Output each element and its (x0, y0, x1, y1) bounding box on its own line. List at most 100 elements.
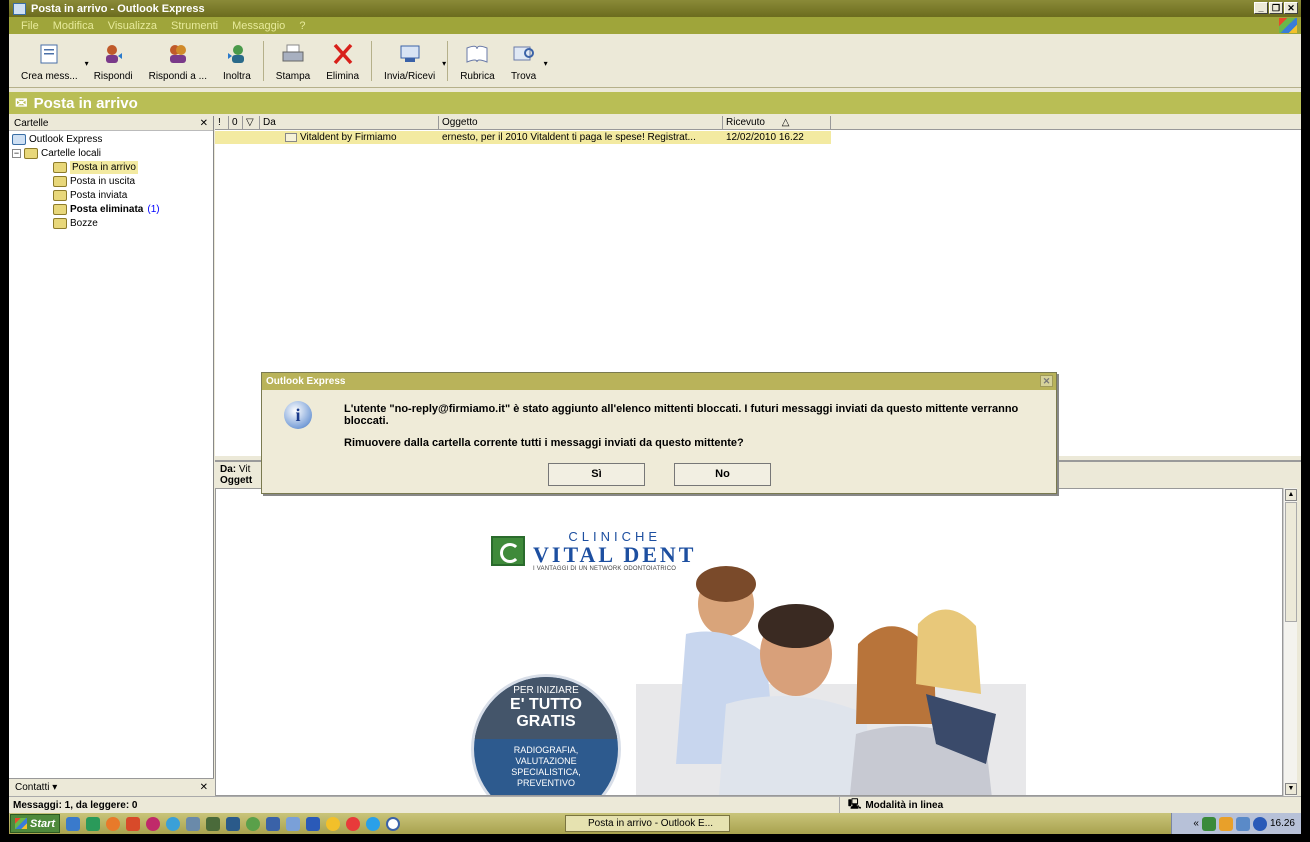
dialog-message: L'utente "no-reply@firmiamo.it" è stato … (344, 403, 1019, 427)
word-icon[interactable] (306, 816, 320, 831)
scroll-down-icon[interactable]: ▼ (1285, 783, 1297, 795)
close-icon[interactable]: ✕ (1284, 2, 1298, 14)
row-from: Vitaldent by Firmiamo (260, 131, 439, 144)
deleted-items-icon (53, 204, 67, 215)
tree-item-outlook-express[interactable]: Outlook Express (12, 133, 102, 146)
forward-button[interactable]: Inoltra (215, 33, 259, 87)
restore-icon[interactable]: ❐ (1269, 2, 1283, 14)
desktop-screen: Posta in arrivo - Outlook Express _ ❐ ✕ … (9, 0, 1301, 834)
folder-icon (24, 148, 38, 159)
no-button[interactable]: No (674, 463, 771, 486)
advertisement[interactable]: CLINICHE VITAL DENT I VANTAGGI DI UN NET… (466, 519, 1036, 795)
quicklaunch-icon[interactable] (226, 816, 240, 831)
dialog-question: Rimuovere dalla cartella corrente tutti … (344, 437, 744, 449)
outlook-express-icon (13, 2, 26, 15)
quicklaunch-icon[interactable] (86, 816, 100, 831)
forward-icon (227, 45, 244, 63)
close-pane-icon[interactable]: ✕ (200, 782, 208, 793)
address-book-button[interactable]: Rubrica (452, 33, 502, 87)
quicklaunch-icon[interactable] (126, 816, 140, 831)
printer-icon (282, 44, 304, 62)
menu-modifica[interactable]: Modifica (53, 20, 94, 32)
tray-icon[interactable] (1235, 816, 1250, 831)
quicklaunch-icon[interactable] (266, 816, 280, 831)
find-button[interactable]: Trova ▾ (503, 33, 548, 87)
preview-pane[interactable]: CLINICHE VITAL DENT I VANTAGGI DI UN NET… (215, 488, 1283, 796)
windows-logo-icon (1279, 18, 1297, 33)
tree-item-deleted[interactable]: Posta eliminata (1) (53, 203, 160, 216)
blocked-sender-dialog: Outlook Express ✕ i L'utente "no-reply@f… (261, 372, 1057, 494)
ie-icon[interactable] (66, 816, 80, 831)
outlook-express-icon (12, 134, 26, 145)
envelope-open-icon (285, 132, 297, 142)
network-icon[interactable] (1201, 816, 1216, 831)
tree-item-drafts[interactable]: Bozze (53, 217, 98, 230)
menu-help[interactable]: ? (299, 20, 305, 32)
tray-icon[interactable] (1218, 816, 1233, 831)
start-button[interactable]: Start (10, 814, 60, 833)
new-message-button[interactable]: Crea mess... ▾ (13, 33, 89, 87)
tree-item-local-folders[interactable]: − Cartelle locali (12, 147, 101, 160)
volume-icon[interactable] (1252, 816, 1267, 831)
column-from[interactable]: Da (260, 116, 439, 129)
menu-file[interactable]: File (21, 20, 39, 32)
quicklaunch-icon[interactable] (246, 816, 260, 831)
window-title-bar[interactable]: Posta in arrivo - Outlook Express _ ❐ ✕ (9, 0, 1301, 17)
quicklaunch-icon[interactable] (346, 816, 360, 831)
new-message-icon (40, 44, 58, 64)
menu-messaggio[interactable]: Messaggio (232, 20, 285, 32)
family-photo (636, 566, 1026, 795)
tree-item-sent[interactable]: Posta inviata (53, 189, 127, 202)
folders-pane: Cartelle ✕ Outlook Express − Cartelle lo… (9, 116, 214, 778)
quicklaunch-icon[interactable] (186, 816, 200, 831)
contacts-pane-header[interactable]: Contatti ▾ ✕ (9, 778, 214, 796)
column-flag[interactable]: ▽ (243, 116, 260, 129)
column-attachment[interactable]: 0 (229, 116, 243, 129)
minimize-icon[interactable]: _ (1254, 2, 1268, 14)
preview-subject-label: Oggett (220, 475, 253, 486)
collapse-icon[interactable]: − (12, 149, 21, 158)
outlook-express-icon[interactable] (286, 816, 300, 831)
reply-all-button[interactable]: Rispondi a ... (141, 33, 215, 87)
print-button[interactable]: Stampa (268, 33, 318, 87)
tray-expand-icon[interactable]: « (1193, 818, 1199, 829)
clock[interactable]: 16.26 (1270, 818, 1295, 829)
scroll-thumb[interactable] (1285, 502, 1297, 622)
dialog-close-icon[interactable]: ✕ (1040, 375, 1053, 387)
contacts-pane-title[interactable]: Contatti ▾ (15, 782, 57, 793)
close-pane-icon[interactable]: ✕ (200, 118, 208, 129)
toolbar-separator (447, 41, 449, 81)
delete-button[interactable]: Elimina (318, 33, 367, 87)
quicklaunch-icon[interactable] (166, 816, 180, 831)
taskbar-item-outlook[interactable]: Posta in arrivo - Outlook E... (565, 815, 730, 832)
reply-button[interactable]: Rispondi (86, 33, 141, 87)
table-row[interactable]: Vitaldent by Firmiamo ernesto, per il 20… (215, 131, 831, 144)
scroll-up-icon[interactable]: ▲ (1285, 489, 1297, 501)
send-receive-button[interactable]: Invia/Ricevi ▾ (376, 33, 446, 87)
dropdown-arrow-icon[interactable]: ▾ (442, 59, 446, 68)
column-received[interactable]: Ricevuto △ (723, 116, 831, 129)
column-priority[interactable]: ! (215, 116, 229, 129)
column-subject[interactable]: Oggetto (439, 116, 723, 129)
dialog-title-bar[interactable]: Outlook Express ✕ (262, 373, 1056, 390)
dropdown-arrow-icon[interactable]: ▾ (544, 59, 548, 68)
tree-item-inbox[interactable]: Posta in arrivo (53, 161, 138, 174)
information-icon: i (284, 401, 312, 429)
menu-strumenti[interactable]: Strumenti (171, 20, 218, 32)
messenger-icon[interactable] (326, 816, 340, 831)
sort-ascending-icon: △ (781, 117, 790, 128)
toolbar: Crea mess... ▾ Rispondi Rispondi a ... I… (9, 34, 1301, 88)
preview-scrollbar[interactable]: ▲ ▼ (1283, 488, 1297, 796)
find-icon (513, 46, 534, 61)
firefox-icon[interactable] (106, 816, 120, 831)
yes-button[interactable]: Sì (548, 463, 645, 486)
quicklaunch-icon[interactable] (206, 816, 220, 831)
menu-visualizza[interactable]: Visualizza (108, 20, 157, 32)
status-bar: Messaggi: 1, da leggere: 0 🖳 Modalità in… (9, 796, 1301, 814)
quicklaunch-icon[interactable] (386, 816, 400, 831)
skype-icon[interactable] (366, 816, 380, 831)
outbox-icon (53, 176, 67, 187)
tree-item-outbox[interactable]: Posta in uscita (53, 175, 135, 188)
drafts-icon (53, 218, 67, 229)
quicklaunch-icon[interactable] (146, 816, 160, 831)
